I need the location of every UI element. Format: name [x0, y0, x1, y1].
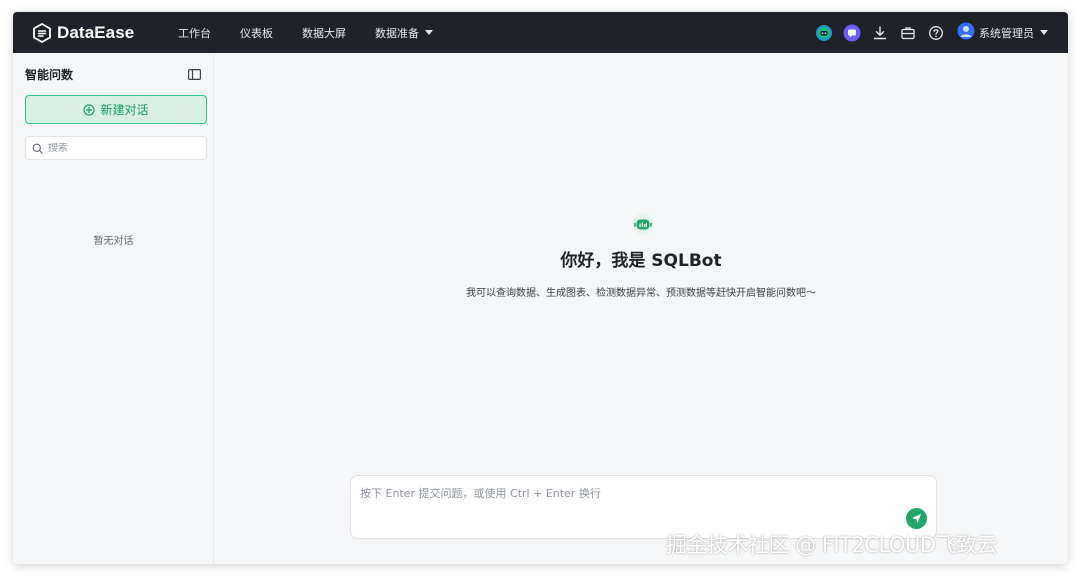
user-menu[interactable]: 系统管理员 [957, 22, 1048, 44]
nav-item-data-screen[interactable]: 数据大屏 [302, 25, 346, 41]
chat-sidebar: 智能问数 新建对话 搜索 暂无对话 [13, 53, 214, 564]
brand-name: DataEase [57, 22, 135, 42]
nav-item-label: 数据大屏 [302, 26, 346, 40]
caret-down-icon [425, 30, 433, 35]
ai-assistant-icon[interactable] [815, 24, 833, 42]
search-icon [32, 139, 43, 158]
sidebar-title: 智能问数 [25, 67, 74, 82]
sqlbot-logo-icon [632, 213, 654, 235]
header-actions: 系统管理员 [805, 12, 1048, 53]
welcome-subtitle: 我可以查询数据、生成图表、检测数据异常、预测数据等赶快开启智能问数吧～ [466, 288, 816, 299]
avatar [957, 22, 975, 44]
sidebar-header: 智能问数 [13, 53, 213, 95]
nav-item-label: 仪表板 [240, 26, 273, 40]
app-window: DataEase 工作台 仪表板 数据大屏 数据准备 系统管理员 智能问数 新建… [13, 12, 1068, 564]
nav-item-data-prep[interactable]: 数据准备 [375, 25, 433, 41]
user-name: 系统管理员 [979, 26, 1034, 40]
top-navbar: DataEase 工作台 仪表板 数据大屏 数据准备 系统管理员 [13, 12, 1068, 53]
watermark: 掘金技术社区 @ FIT2CLOUD飞致云 [666, 533, 998, 557]
brand[interactable]: DataEase [32, 22, 178, 43]
help-icon[interactable] [927, 24, 945, 42]
sqlbot-icon[interactable] [843, 24, 861, 42]
new-chat-button[interactable]: 新建对话 [25, 95, 207, 124]
caret-down-icon [1040, 30, 1048, 35]
question-input[interactable] [360, 485, 880, 505]
empty-state-text: 暂无对话 [93, 236, 134, 247]
welcome-title: 你好，我是 SQLBot [560, 251, 722, 271]
collapse-sidebar-icon[interactable] [188, 65, 202, 84]
search-input[interactable] [48, 142, 198, 154]
download-icon[interactable] [871, 24, 889, 42]
new-chat-label: 新建对话 [100, 103, 149, 117]
send-icon [911, 509, 922, 528]
briefcase-icon[interactable] [899, 24, 917, 42]
nav-item-dashboard[interactable]: 仪表板 [240, 25, 273, 41]
nav-item-workbench[interactable]: 工作台 [178, 25, 211, 41]
dataease-logo-icon [32, 22, 52, 43]
send-button[interactable] [906, 508, 927, 529]
chat-main: 你好，我是 SQLBot 我可以查询数据、生成图表、检测数据异常、预测数据等赶快… [214, 53, 1068, 564]
nav-item-label: 工作台 [178, 26, 211, 40]
main-nav: 工作台 仪表板 数据大屏 数据准备 [178, 25, 462, 41]
plus-circle-icon [83, 103, 96, 116]
nav-item-label: 数据准备 [375, 26, 419, 40]
search-box [25, 136, 207, 160]
